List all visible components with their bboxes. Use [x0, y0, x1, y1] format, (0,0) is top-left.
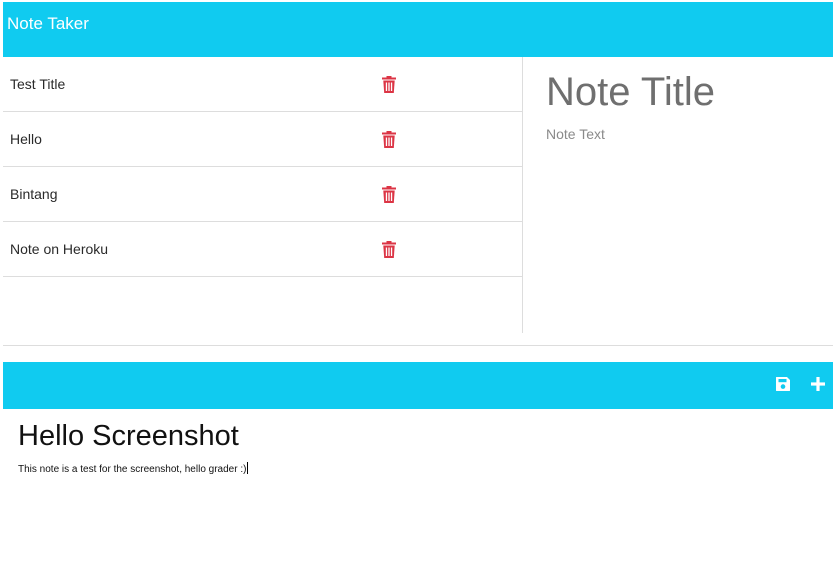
trash-icon[interactable] [382, 131, 396, 148]
column-divider [522, 57, 523, 333]
save-icon[interactable] [775, 376, 791, 392]
list-item[interactable]: Hello [3, 112, 522, 167]
section-divider [3, 345, 833, 346]
trash-icon[interactable] [382, 241, 396, 258]
note-item-label: Note on Heroku [10, 241, 109, 257]
notes-list: Test Title Hello Bintang Note on Heroku [3, 57, 522, 277]
page: Note Taker Test Title Hello Bintang Note… [0, 0, 836, 569]
note-item-label: Bintang [10, 186, 58, 202]
app-title[interactable]: Note Taker [3, 14, 89, 34]
note-item-label: Hello [10, 131, 42, 147]
list-item[interactable]: Note on Heroku [3, 222, 522, 277]
trash-icon[interactable] [382, 186, 396, 203]
active-note-text[interactable]: This note is a test for the screenshot, … [18, 462, 249, 475]
note-item-label: Test Title [10, 76, 66, 92]
note-text-input[interactable]: Note Text [546, 126, 605, 142]
note-title-input[interactable]: Note Title [546, 69, 715, 115]
list-item[interactable]: Bintang [3, 167, 522, 222]
plus-icon[interactable] [810, 376, 826, 392]
navbar: Note Taker [3, 2, 833, 57]
text-caret [247, 462, 249, 474]
active-note-title[interactable]: Hello Screenshot [18, 418, 239, 454]
trash-icon[interactable] [382, 76, 396, 93]
active-note-text-content: This note is a test for the screenshot, … [18, 464, 247, 475]
list-item[interactable]: Test Title [3, 57, 522, 112]
bottom-toolbar [3, 362, 833, 409]
